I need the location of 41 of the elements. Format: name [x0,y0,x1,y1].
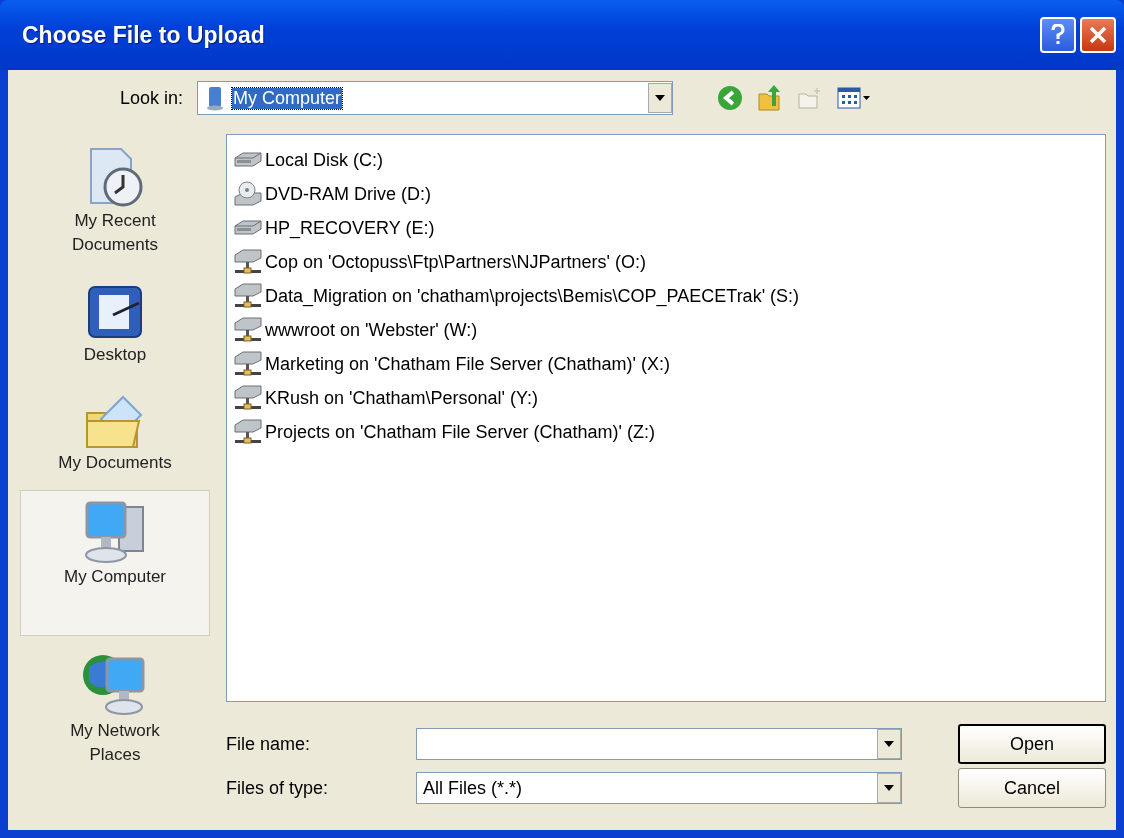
place-item[interactable]: Desktop [20,272,210,376]
drive-icon [233,150,263,170]
drive-name[interactable]: DVD-RAM Drive (D:) [265,183,431,205]
look-in-dropdown[interactable]: My Computer [197,81,674,115]
place-item[interactable]: My Documents [20,382,210,484]
place-item[interactable]: My Network Places [20,642,210,776]
open-button[interactable]: Open [958,724,1106,764]
cancel-button[interactable]: Cancel [958,768,1106,808]
drive-name[interactable]: KRush on 'Chatham\Personal' (Y:) [265,387,538,409]
view-menu-icon[interactable] [837,86,872,110]
drive-name[interactable]: Data_Migration on 'chatham\projects\Bemis\COP_PAECETrak' (S:) [265,285,800,307]
drive-name[interactable]: wwwroot on 'Webster' (W:) [265,319,478,341]
help-button[interactable] [1040,17,1076,53]
close-button[interactable] [1080,17,1116,53]
help-icon [1051,24,1065,46]
network-drive-icon [233,384,263,412]
network-drive-icon [233,248,263,276]
drive-name[interactable]: HP_RECOVERY (E:) [265,217,435,239]
dropdown-arrow-icon [883,784,895,792]
drive-name[interactable]: Cop on 'Octopuss\Ftp\Partners\NJPartners' (O:) [265,251,646,273]
place-item[interactable]: My Computer [20,490,210,636]
dropdown-arrow-icon [883,740,895,748]
network-drive-icon [233,350,263,378]
network-drive-icon [233,282,263,310]
network-drive-icon [233,316,263,344]
place-item[interactable]: My Recent Documents [20,136,210,266]
look-in-label: Look in: [120,87,184,109]
drive-name[interactable]: Local Disk (C:) [265,149,384,171]
drive-name[interactable]: Projects on 'Chatham File Server (Chatham)' (Z:) [265,421,655,443]
file-type-dropdown[interactable]: All Files (*.*) [416,772,902,804]
optical-drive-icon [233,181,263,207]
drive-name[interactable]: Marketing on 'Chatham File Server (Chatham)' (X:) [265,353,670,375]
file-name-label: File name: [226,733,312,755]
close-icon [1089,26,1107,44]
back-icon[interactable] [717,85,744,111]
drive-icon [233,218,263,238]
file-type-label: Files of type: [226,777,330,799]
window-title: Choose File to Upload [22,21,266,49]
dropdown-arrow-icon [654,94,667,102]
file-name-field[interactable] [416,728,902,760]
network-drive-icon [233,418,263,446]
